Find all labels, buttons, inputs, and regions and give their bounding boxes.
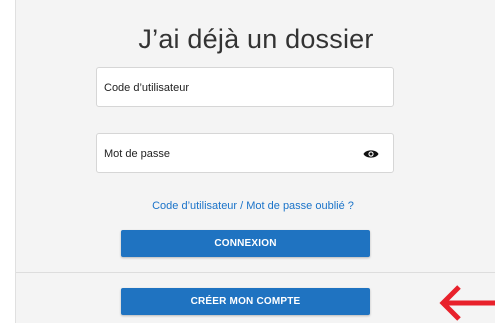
page: J’ai déjà un dossier Code d’utilisateur … (0, 0, 495, 323)
login-card: J’ai déjà un dossier Code d’utilisateur … (15, 0, 495, 323)
page-title: J’ai déjà un dossier (138, 24, 374, 54)
eye-icon[interactable] (363, 147, 379, 161)
username-field[interactable]: Code d’utilisateur (96, 67, 394, 107)
section-divider (16, 272, 495, 273)
password-field[interactable]: Mot de passe (96, 133, 394, 173)
create-account-button[interactable]: CRÉER MON COMPTE (121, 288, 370, 315)
forgot-credentials-link[interactable]: Code d’utilisateur / Mot de passe oublié… (16, 200, 490, 212)
left-arrow-icon (435, 283, 495, 323)
username-label: Code d’utilisateur (104, 82, 189, 94)
login-button[interactable]: CONNEXION (121, 230, 370, 257)
password-label: Mot de passe (104, 148, 171, 160)
